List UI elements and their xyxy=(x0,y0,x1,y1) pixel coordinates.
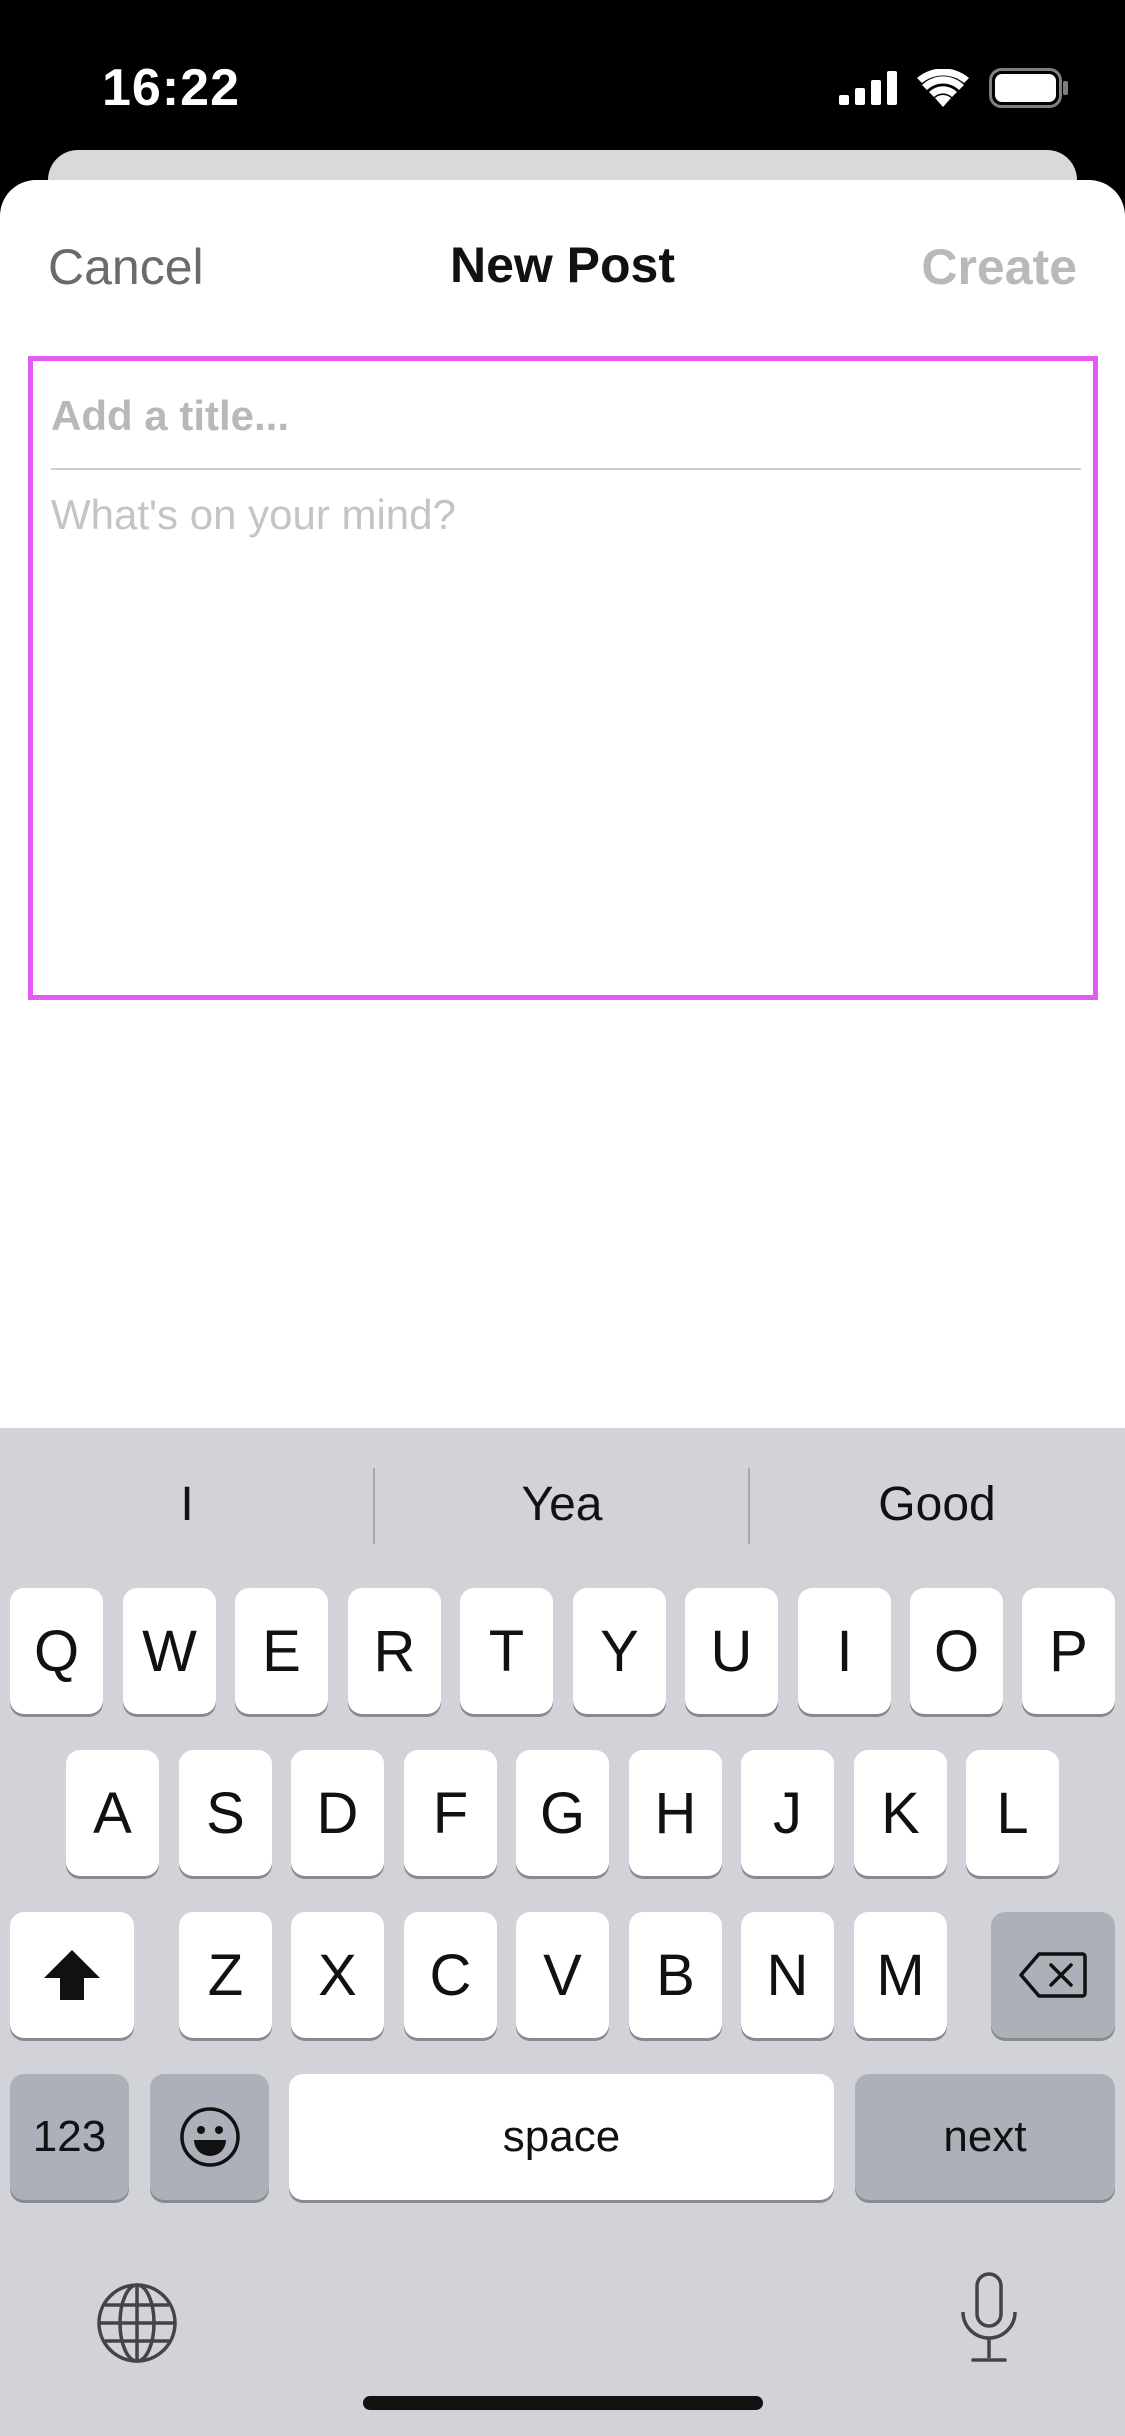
key-p[interactable]: P xyxy=(1022,1588,1115,1714)
key-n[interactable]: N xyxy=(741,1912,834,2038)
key-a[interactable]: A xyxy=(66,1750,159,1876)
key-c[interactable]: C xyxy=(404,1912,497,2038)
form-divider xyxy=(51,468,1081,470)
key-d[interactable]: D xyxy=(291,1750,384,1876)
suggestion-item[interactable]: Good xyxy=(750,1470,1124,1540)
key-g[interactable]: G xyxy=(516,1750,609,1876)
cancel-button[interactable]: Cancel xyxy=(48,238,204,296)
create-button[interactable]: Create xyxy=(921,238,1077,296)
key-q[interactable]: Q xyxy=(10,1588,103,1714)
key-f[interactable]: F xyxy=(404,1750,497,1876)
globe-icon xyxy=(97,2283,177,2363)
status-icons xyxy=(839,66,1069,110)
status-time: 16:22 xyxy=(102,59,240,117)
key-b[interactable]: B xyxy=(629,1912,722,2038)
globe-button[interactable] xyxy=(92,2278,182,2368)
key-o[interactable]: O xyxy=(910,1588,1003,1714)
navigation-bar: Cancel New Post Create xyxy=(0,180,1125,350)
key-x[interactable]: X xyxy=(291,1912,384,2038)
post-form xyxy=(28,356,1098,1000)
key-y[interactable]: Y xyxy=(573,1588,666,1714)
key-v[interactable]: V xyxy=(516,1912,609,2038)
suggestion-item[interactable]: I xyxy=(0,1470,374,1540)
emoji-icon xyxy=(179,2107,240,2167)
shift-arrow-icon xyxy=(44,1950,100,2000)
key-m[interactable]: M xyxy=(854,1912,947,2038)
suggestion-bar: I Yea Good xyxy=(0,1428,1125,1578)
battery-icon xyxy=(989,68,1068,108)
key-k[interactable]: K xyxy=(854,1750,947,1876)
key-t[interactable]: T xyxy=(460,1588,553,1714)
keyboard: I Yea Good Q W E R T Y U I O P A S D F G… xyxy=(0,1428,1125,2436)
delete-key[interactable] xyxy=(991,1912,1115,2038)
post-title-input[interactable] xyxy=(51,381,1081,451)
key-z[interactable]: Z xyxy=(179,1912,272,2038)
status-bar: 16:22 xyxy=(0,0,1125,150)
emoji-key[interactable] xyxy=(150,2074,269,2200)
space-key[interactable]: space xyxy=(289,2074,834,2200)
key-w[interactable]: W xyxy=(123,1588,216,1714)
delete-icon xyxy=(1019,1952,1087,1998)
key-s[interactable]: S xyxy=(179,1750,272,1876)
key-i[interactable]: I xyxy=(798,1588,891,1714)
next-key[interactable]: next xyxy=(855,2074,1115,2200)
microphone-icon xyxy=(961,2272,1017,2362)
numbers-key[interactable]: 123 xyxy=(10,2074,129,2200)
dictation-button[interactable] xyxy=(944,2268,1034,2368)
key-h[interactable]: H xyxy=(629,1750,722,1876)
key-l[interactable]: L xyxy=(966,1750,1059,1876)
key-r[interactable]: R xyxy=(348,1588,441,1714)
home-indicator[interactable] xyxy=(363,2396,763,2410)
key-u[interactable]: U xyxy=(685,1588,778,1714)
wifi-icon xyxy=(917,69,969,107)
cellular-signal-icon xyxy=(839,71,897,105)
key-j[interactable]: J xyxy=(741,1750,834,1876)
shift-key[interactable] xyxy=(10,1912,134,2038)
key-e[interactable]: E xyxy=(235,1588,328,1714)
post-body-input[interactable] xyxy=(51,491,1081,971)
suggestion-item[interactable]: Yea xyxy=(375,1470,749,1540)
